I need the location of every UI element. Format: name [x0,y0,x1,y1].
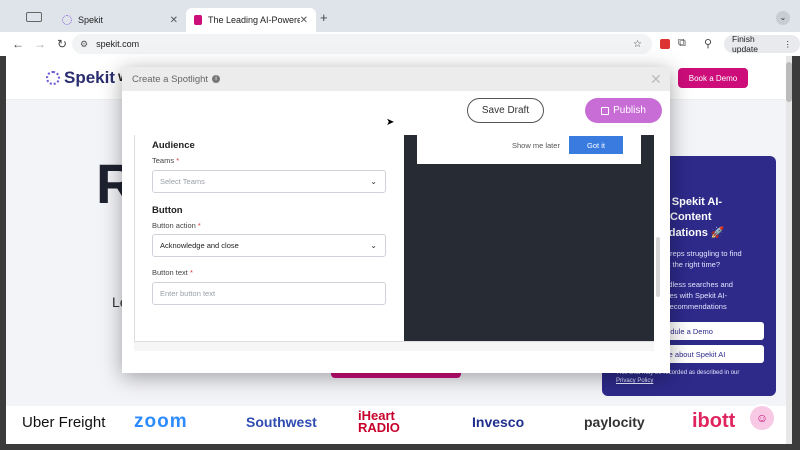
button-text-placeholder: Enter button text [160,289,216,298]
zoom-logo: zoom [134,411,188,432]
chevron-down-icon: ⌄ [370,177,377,186]
promo-title-line: Content [670,211,712,223]
page-scrollbar[interactable] [786,56,792,444]
extensions-puzzle-icon[interactable]: ⧉ [678,37,686,50]
bookmark-star-icon[interactable]: ☆ [633,39,642,50]
extension-icon[interactable] [660,39,670,49]
chat-bot-avatar-icon[interactable]: ☺ [748,404,776,432]
back-icon[interactable]: ← [10,37,26,51]
info-icon[interactable]: i [212,75,221,83]
promo-body-line: nities with Spekit AI- [660,291,728,300]
publish-button[interactable]: Publish [585,98,662,123]
spotlight-preview: Show me later Got it [404,135,654,341]
spotlight-settings-form: Audience Teams * Select Teams ⌄ Button B… [134,135,404,351]
page-scrollbar-thumb[interactable] [786,62,792,102]
show-me-later-link[interactable]: Show me later [512,141,560,150]
audience-heading: Audience [152,140,195,151]
save-draft-button[interactable]: Save Draft [467,98,544,123]
promo-body-line: endless searches and [660,280,733,289]
tab-switcher-icon[interactable] [26,12,42,22]
modal-scrollbar[interactable] [656,237,660,297]
publish-label: Publish [613,105,646,116]
more-menu-icon[interactable]: ⋮ [784,39,793,50]
tab-spekit[interactable]: Spekit ✕ [54,8,186,32]
tab-label: Spekit [78,15,104,25]
close-modal-icon[interactable]: ✕ [650,71,662,88]
book-demo-button[interactable]: Book a Demo [678,68,748,88]
got-it-button[interactable]: Got it [569,136,623,154]
button-text-label: Button text * [152,268,193,277]
create-spotlight-modal: Create a Spotlight i ✕ Save Draft Publis… [122,67,670,373]
paylocity-logo: paylocity [584,414,645,430]
close-tab-icon[interactable]: ✕ [170,15,178,26]
new-tab-button[interactable]: + [320,10,328,25]
iheart-radio-logo: iHeart RADIO [358,408,400,435]
spekit-favicon-icon [194,15,202,25]
modal-footer-divider [134,341,654,351]
reload-icon[interactable]: ↻ [54,37,70,51]
promo-title-line: ndations 🚀 [662,227,725,239]
button-action-label: Button action * [152,221,201,230]
browser-tab-strip: Spekit ✕ The Leading AI-Powered Sal ✕ + … [0,0,800,32]
button-text-input[interactable]: Enter button text [152,282,386,305]
url-text: spekit.com [96,39,140,49]
finish-update-button[interactable]: Finish update ⋮ [724,34,800,54]
spekit-favicon-icon [62,15,72,25]
ibotta-logo: ibott [692,410,736,432]
uber-freight-logo: Uber Freight [22,414,106,431]
save-icon [601,106,610,115]
mouse-cursor-icon: ➤ [386,117,395,128]
close-tab-icon[interactable]: ✕ [300,15,308,26]
profile-icon[interactable]: ⚲ [704,37,712,50]
teams-label: Teams * [152,156,180,165]
preview-card: Show me later Got it [417,135,641,164]
tab-active[interactable]: The Leading AI-Powered Sal ✕ [186,8,316,32]
privacy-policy-link[interactable]: Privacy Policy [616,378,653,384]
forward-icon[interactable]: → [32,37,48,51]
promo-body-line: es reps struggling to find [660,249,742,258]
southwest-logo: Southwest [246,414,317,430]
promo-title-line: g Spekit AI- [662,196,723,208]
finish-update-label: Finish update [732,34,758,54]
tab-search-icon[interactable]: ⌄ [776,11,790,25]
invesco-logo: Invesco [472,414,525,430]
button-action-select[interactable]: Acknowledge and close ⌄ [152,234,386,257]
teams-select[interactable]: Select Teams ⌄ [152,170,386,193]
chevron-down-icon: ⌄ [370,241,377,250]
teams-placeholder: Select Teams [160,177,205,186]
logo-text: Spekit [64,68,116,87]
site-info-icon[interactable]: ⚙ [80,39,88,50]
tab-label: The Leading AI-Powered Sal [208,15,300,25]
promo-body-line: t Recommendations [660,302,727,311]
address-bar[interactable]: ⚙ spekit.com ☆ [72,34,652,54]
spekit-logo[interactable]: Spekit [46,68,115,88]
modal-title: Create a Spotlight [132,73,209,85]
button-section-heading: Button [152,205,183,216]
button-action-value: Acknowledge and close [160,241,239,250]
modal-header: Create a Spotlight i [122,67,670,91]
customer-logos-strip: Uber Freight zoom Southwest iHeart RADIO… [6,406,792,444]
logo-mark-icon [46,71,60,85]
